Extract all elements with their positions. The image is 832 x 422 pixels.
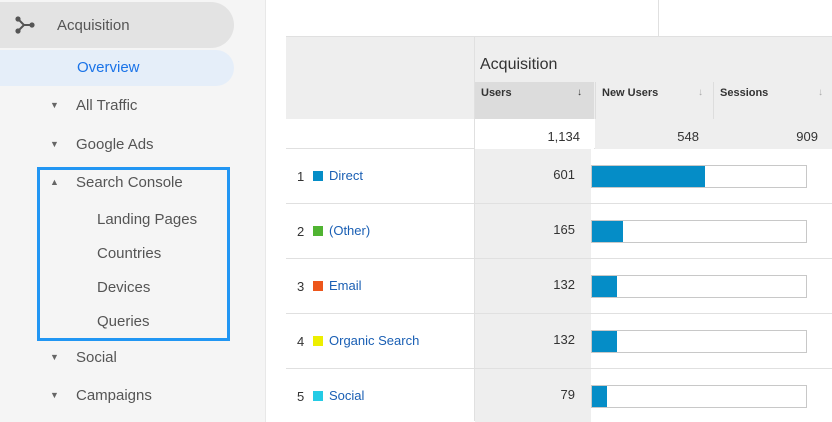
divider [658,0,659,36]
sidebar-section-acquisition[interactable]: Acquisition [0,2,234,48]
users-share-bar-fill [592,221,623,242]
users-cell: 601 [475,149,591,203]
users-cell: 132 [475,259,591,313]
expand-arrow-icon: ▼ [50,390,59,400]
column-header-sessions[interactable]: Sessions ↓ [713,82,832,119]
sidebar-item-overview[interactable]: Overview [0,50,234,86]
users-value: 601 [553,167,575,182]
sidebar: Acquisition Overview ▼ All Traffic ▼ Goo… [0,0,266,422]
column-header-label: Users [481,87,512,99]
sidebar-item-campaigns[interactable]: ▼ Campaigns [0,381,234,411]
users-share-bar [591,330,807,353]
row-number: 1 [297,169,305,184]
sort-arrow-icon: ↓ [577,87,582,98]
users-cell: 165 [475,204,591,258]
expand-arrow-icon: ▼ [50,139,59,149]
users-share-bar [591,165,807,188]
sidebar-item-label: Google Ads [76,136,154,153]
expand-arrow-icon: ▼ [50,352,59,362]
total-users: 1,134 [475,119,594,149]
users-share-bar-fill [592,166,705,187]
users-cell: 79 [475,369,591,422]
sidebar-section-label: Acquisition [57,17,130,34]
users-share-bar-fill [592,276,617,297]
sidebar-item-label: Overview [77,59,140,76]
channel-link[interactable]: Email [329,278,362,293]
row-number: 2 [297,224,305,239]
users-value: 132 [553,277,575,292]
total-new-users: 548 [595,119,713,149]
sidebar-item-label: Campaigns [76,387,152,404]
totals-row: 1,134 548 909 [286,119,832,149]
channel-color-swatch [313,391,323,401]
channel-link[interactable]: Social [329,388,364,403]
users-share-bar-fill [592,331,617,352]
users-value: 132 [553,332,575,347]
table-row: 3 Email 132 [286,259,832,314]
table-top-strip [286,0,832,37]
channel-link[interactable]: (Other) [329,223,370,238]
table-row: 4 Organic Search 132 [286,314,832,369]
column-header-users[interactable]: Users ↓ [475,82,594,119]
users-value: 165 [553,222,575,237]
column-header-label: New Users [602,87,659,99]
channel-color-swatch [313,171,323,181]
row-number: 5 [297,389,305,404]
expand-arrow-icon: ▼ [50,100,59,110]
table-row: 1 Direct 601 [286,149,832,204]
column-header-new-users[interactable]: New Users ↓ [595,82,713,119]
sidebar-item-label: Social [76,349,117,366]
users-cell: 132 [475,314,591,368]
users-share-bar [591,220,807,243]
column-header-label: Sessions [720,87,769,99]
sort-arrow-icon: ↓ [698,87,703,98]
search-console-highlight [37,167,230,341]
channel-link[interactable]: Organic Search [329,333,419,348]
table-row: 5 Social 79 [286,369,832,422]
sidebar-item-label: All Traffic [76,97,138,114]
sidebar-item-social[interactable]: ▼ Social [0,343,234,373]
channel-color-swatch [313,226,323,236]
sidebar-item-all-traffic[interactable]: ▼ All Traffic [0,91,234,121]
sidebar-item-google-ads[interactable]: ▼ Google Ads [0,130,234,160]
total-sessions: 909 [713,119,832,149]
report-table: Acquisition Users ↓ New Users ↓ Sessions… [286,0,832,422]
users-value: 79 [560,387,575,402]
table-row: 2 (Other) 165 [286,204,832,259]
users-share-bar [591,275,807,298]
channel-color-swatch [313,336,323,346]
column-group-title: Acquisition [480,56,558,73]
users-share-bar [591,385,807,408]
channel-link[interactable]: Direct [329,168,363,183]
users-share-bar-fill [592,386,607,407]
row-number: 3 [297,279,305,294]
acquisition-icon [15,16,35,34]
channel-color-swatch [313,281,323,291]
sort-arrow-icon: ↓ [818,87,823,98]
row-number: 4 [297,334,305,349]
